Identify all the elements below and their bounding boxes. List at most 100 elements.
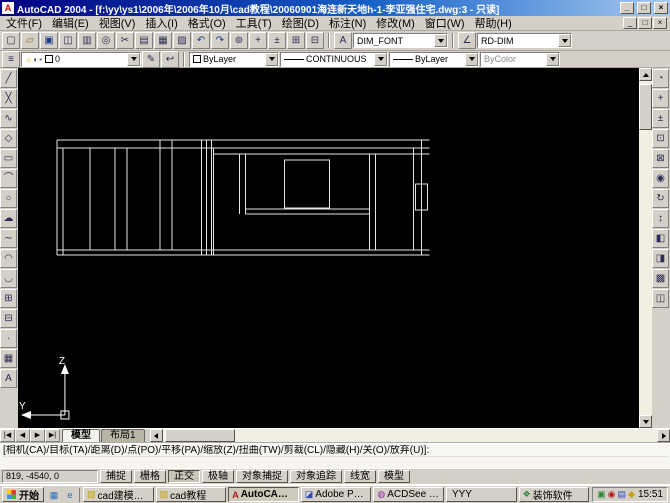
tray-icon[interactable]: ◆ (628, 488, 635, 501)
chevron-down-icon[interactable] (374, 52, 387, 66)
menu-help[interactable]: 帮助(H) (470, 15, 517, 31)
text-style-combo[interactable]: DIM_FONT (353, 33, 448, 48)
zoom-previous-icon[interactable]: ⊟ (306, 32, 324, 49)
lineweight-toggle[interactable]: 线宽 (344, 470, 376, 483)
find-icon[interactable]: ◎ (97, 32, 115, 49)
window-close-button[interactable]: × (654, 2, 668, 14)
mdi-close-button[interactable]: × (653, 17, 667, 29)
otrack-toggle[interactable]: 对象追踪 (290, 470, 342, 483)
tab-nav-button[interactable]: ◀ (15, 429, 30, 442)
window-restore-button[interactable]: □ (637, 2, 651, 14)
menu-window[interactable]: 窗口(W) (420, 15, 470, 31)
tray-icon[interactable]: ◉ (608, 488, 616, 501)
ortho-toggle[interactable]: 正交 (168, 470, 200, 483)
mtext-icon[interactable]: A (0, 369, 17, 388)
rectangle-icon[interactable]: ▭ (0, 149, 17, 168)
taskbar-cad-modeling-folder[interactable]: ▨ cad建模教程 (83, 487, 154, 502)
line-icon[interactable]: ╱ (0, 69, 17, 88)
save-icon[interactable]: ▣ (40, 32, 58, 49)
window-minimize-button[interactable]: _ (620, 2, 634, 14)
scrollbar-track[interactable] (163, 429, 657, 442)
chevron-down-icon[interactable] (465, 52, 478, 66)
hide-icon[interactable]: ▩ (652, 269, 669, 288)
mdi-restore-button[interactable]: □ (638, 17, 652, 29)
arc-icon[interactable]: ⌒ (0, 169, 17, 188)
revcloud-icon[interactable]: ☁ (0, 209, 17, 228)
spline-icon[interactable]: ∼ (0, 229, 17, 248)
linetype-combo[interactable]: CONTINUOUS (280, 51, 388, 67)
drawing-canvas[interactable]: Z Y (18, 68, 639, 428)
taskbar-autocad[interactable]: A AutoCAD 200... (228, 487, 299, 502)
scroll-right-button[interactable] (657, 429, 670, 442)
horizontal-scrollbar[interactable] (149, 429, 670, 442)
scroll-up-button[interactable] (639, 68, 652, 81)
tray-icon[interactable]: ▣ (597, 488, 606, 501)
zoom-realtime-icon[interactable]: ± (652, 109, 669, 128)
scrollbar-track[interactable] (639, 81, 652, 415)
taskbar-yyy[interactable]: YYY (445, 487, 517, 502)
3d-orbit-icon[interactable]: ◔ (652, 69, 669, 88)
cut-icon[interactable]: ✂ (116, 32, 134, 49)
tab-nav-button[interactable]: ▶| (45, 429, 60, 442)
scroll-left-button[interactable] (149, 429, 163, 442)
mdi-minimize-button[interactable]: _ (623, 17, 637, 29)
make-object-layer-current-icon[interactable]: ✎ (142, 50, 160, 68)
clip-front-icon[interactable]: ◧ (652, 229, 669, 248)
layer-state-icon[interactable]: ◐ (33, 55, 38, 64)
polygon-icon[interactable]: ◇ (0, 129, 17, 148)
clip-back-icon[interactable]: ◨ (652, 249, 669, 268)
grid-toggle[interactable]: 栅格 (134, 470, 166, 483)
polyline-icon[interactable]: ∿ (0, 109, 17, 128)
swivel-camera-icon[interactable]: ↻ (652, 189, 669, 208)
menu-draw[interactable]: 绘图(D) (277, 15, 324, 31)
ellipse-icon[interactable]: ◠ (0, 249, 17, 268)
snap-toggle[interactable]: 捕捉 (100, 470, 132, 483)
vertical-scrollbar[interactable] (639, 68, 652, 428)
osnap-toggle[interactable]: 对象捕捉 (236, 470, 288, 483)
construction-line-icon[interactable]: ╳ (0, 89, 17, 108)
tab-layout1[interactable]: 布局1 (101, 429, 145, 442)
hatch-icon[interactable]: ▦ (0, 349, 17, 368)
layer-combo[interactable]: ☼ ◐ ▪ 0 (21, 51, 141, 67)
taskbar-cad-tutorial-folder[interactable]: ▨ cad教程 (155, 487, 227, 502)
taskbar-acdsee[interactable]: ◍ ACDSee v3.1... (373, 487, 444, 502)
open-icon[interactable]: ▱ (21, 32, 39, 49)
menu-dimension[interactable]: 标注(N) (324, 15, 371, 31)
chevron-down-icon[interactable] (265, 52, 278, 66)
zoom-previous-icon[interactable]: ⊠ (652, 149, 669, 168)
insert-hyperlink-icon[interactable]: ⊚ (230, 32, 248, 49)
zoom-realtime-icon[interactable]: ± (268, 32, 286, 49)
undo-icon[interactable]: ↶ (192, 32, 210, 49)
menu-tools[interactable]: 工具(T) (231, 15, 277, 31)
pan-realtime-icon[interactable]: + (652, 89, 669, 108)
start-button[interactable]: 开始 (2, 487, 44, 502)
text-style-icon[interactable]: A (334, 32, 352, 49)
chevron-down-icon[interactable] (558, 34, 571, 47)
plot-icon[interactable]: ◫ (59, 32, 77, 49)
menu-insert[interactable]: 插入(I) (140, 15, 182, 31)
zoom-window-icon[interactable]: ⊡ (652, 129, 669, 148)
insert-block-icon[interactable]: ⊞ (0, 289, 17, 308)
layer-state-icon[interactable]: ▪ (39, 55, 42, 64)
dim-style-combo[interactable]: RD-DIM (477, 33, 572, 48)
camera-adjust-icon[interactable]: ◉ (652, 169, 669, 188)
redo-icon[interactable]: ↷ (211, 32, 229, 49)
point-icon[interactable]: ∙ (0, 329, 17, 348)
menu-file[interactable]: 文件(F) (1, 15, 47, 31)
menu-modify[interactable]: 修改(M) (371, 15, 420, 31)
ellipse-arc-icon[interactable]: ◡ (0, 269, 17, 288)
zoom-window-icon[interactable]: ⊞ (287, 32, 305, 49)
tab-nav-button[interactable]: ▶ (30, 429, 45, 442)
shade-icon[interactable]: ◫ (652, 289, 669, 308)
polar-toggle[interactable]: 极轴 (202, 470, 234, 483)
chevron-down-icon[interactable] (434, 34, 447, 47)
tray-icon[interactable]: ▤ (618, 488, 627, 501)
make-block-icon[interactable]: ⊟ (0, 309, 17, 328)
layer-previous-icon[interactable]: ↩ (161, 50, 179, 68)
copy-icon[interactable]: ▤ (135, 32, 153, 49)
scroll-down-button[interactable] (639, 415, 652, 428)
match-properties-icon[interactable]: ▨ (173, 32, 191, 49)
layer-state-icon[interactable]: ☼ (25, 55, 32, 64)
color-combo[interactable]: ByLayer (189, 51, 279, 67)
adjust-distance-icon[interactable]: ↕ (652, 209, 669, 228)
